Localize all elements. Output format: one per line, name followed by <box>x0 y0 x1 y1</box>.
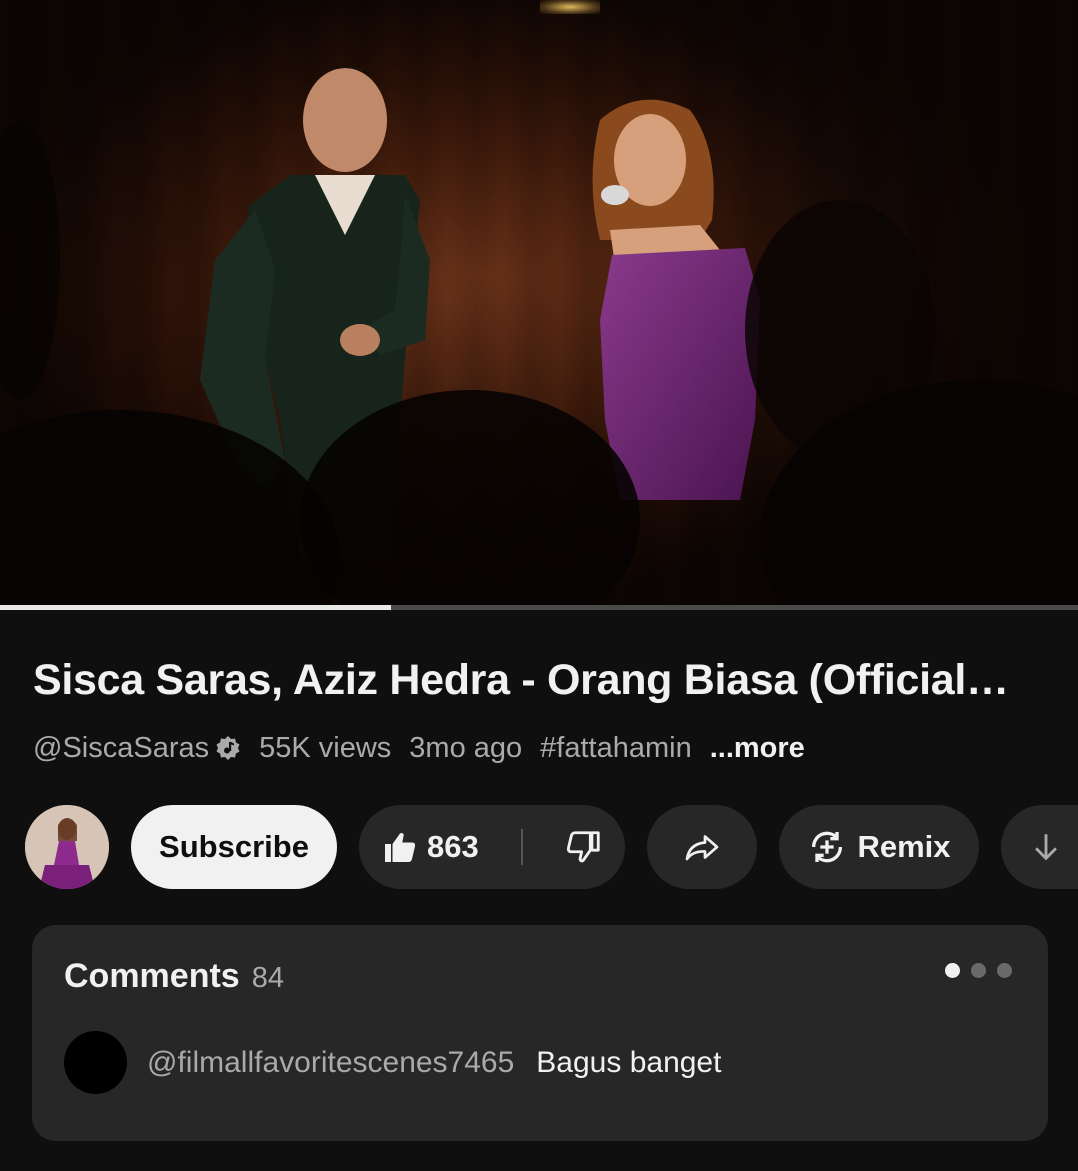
video-title[interactable]: Sisca Saras, Aziz Hedra - Orang Biasa (O… <box>33 656 1053 705</box>
commenter-handle[interactable]: @filmallfavoritescenes7465 <box>147 1046 514 1080</box>
remix-label: Remix <box>857 829 951 864</box>
comment-text: Bagus banget <box>536 1045 722 1079</box>
channel-avatar-image <box>25 805 109 889</box>
channel-avatar[interactable] <box>25 805 109 889</box>
like-count: 863 <box>427 829 479 864</box>
comments-title: Comments <box>64 957 240 995</box>
top-comment[interactable]: @filmallfavoritescenes7465 Bagus banget <box>64 1031 721 1094</box>
comments-page-dots <box>945 963 1012 978</box>
comments-count: 84 <box>251 962 284 994</box>
video-progress-fill <box>0 605 392 610</box>
remix-button[interactable]: Remix <box>779 805 979 889</box>
thumbs-up-icon <box>385 833 416 862</box>
upload-age: 3mo ago <box>409 731 523 764</box>
hashtag-link[interactable]: #fattahamin <box>540 732 692 765</box>
page-dot <box>997 963 1012 978</box>
download-button[interactable] <box>1001 805 1078 889</box>
like-button[interactable]: 863 <box>381 829 479 865</box>
commenter-avatar[interactable] <box>64 1031 127 1094</box>
download-arrow-icon <box>1035 834 1057 861</box>
view-count: 55K views <box>259 731 392 764</box>
channel-handle[interactable]: @SiscaSaras <box>33 732 209 765</box>
action-row: Subscribe 863 Remix <box>25 804 1078 890</box>
dislike-button[interactable] <box>565 828 603 866</box>
video-meta-row[interactable]: @SiscaSaras 55K views 3mo ago #fattahami… <box>33 730 805 766</box>
video-player[interactable] <box>0 0 1078 610</box>
page-dot <box>971 963 986 978</box>
thumbs-down-icon <box>566 831 600 863</box>
like-divider <box>520 829 523 865</box>
share-button[interactable] <box>647 805 757 889</box>
subscribe-button[interactable]: Subscribe <box>131 805 337 889</box>
remix-icon <box>812 831 843 863</box>
page-dot <box>945 963 960 978</box>
more-button[interactable]: ...more <box>710 732 805 765</box>
comments-header: Comments 84 <box>64 957 284 996</box>
video-progress-bar[interactable] <box>0 605 1078 610</box>
comments-card[interactable]: Comments 84 @filmallfavoritescenes7465 B… <box>32 925 1048 1141</box>
share-arrow-icon <box>685 835 719 861</box>
verified-music-icon <box>215 735 241 761</box>
video-frame <box>0 0 1078 610</box>
like-dislike-group: 863 <box>359 805 625 889</box>
